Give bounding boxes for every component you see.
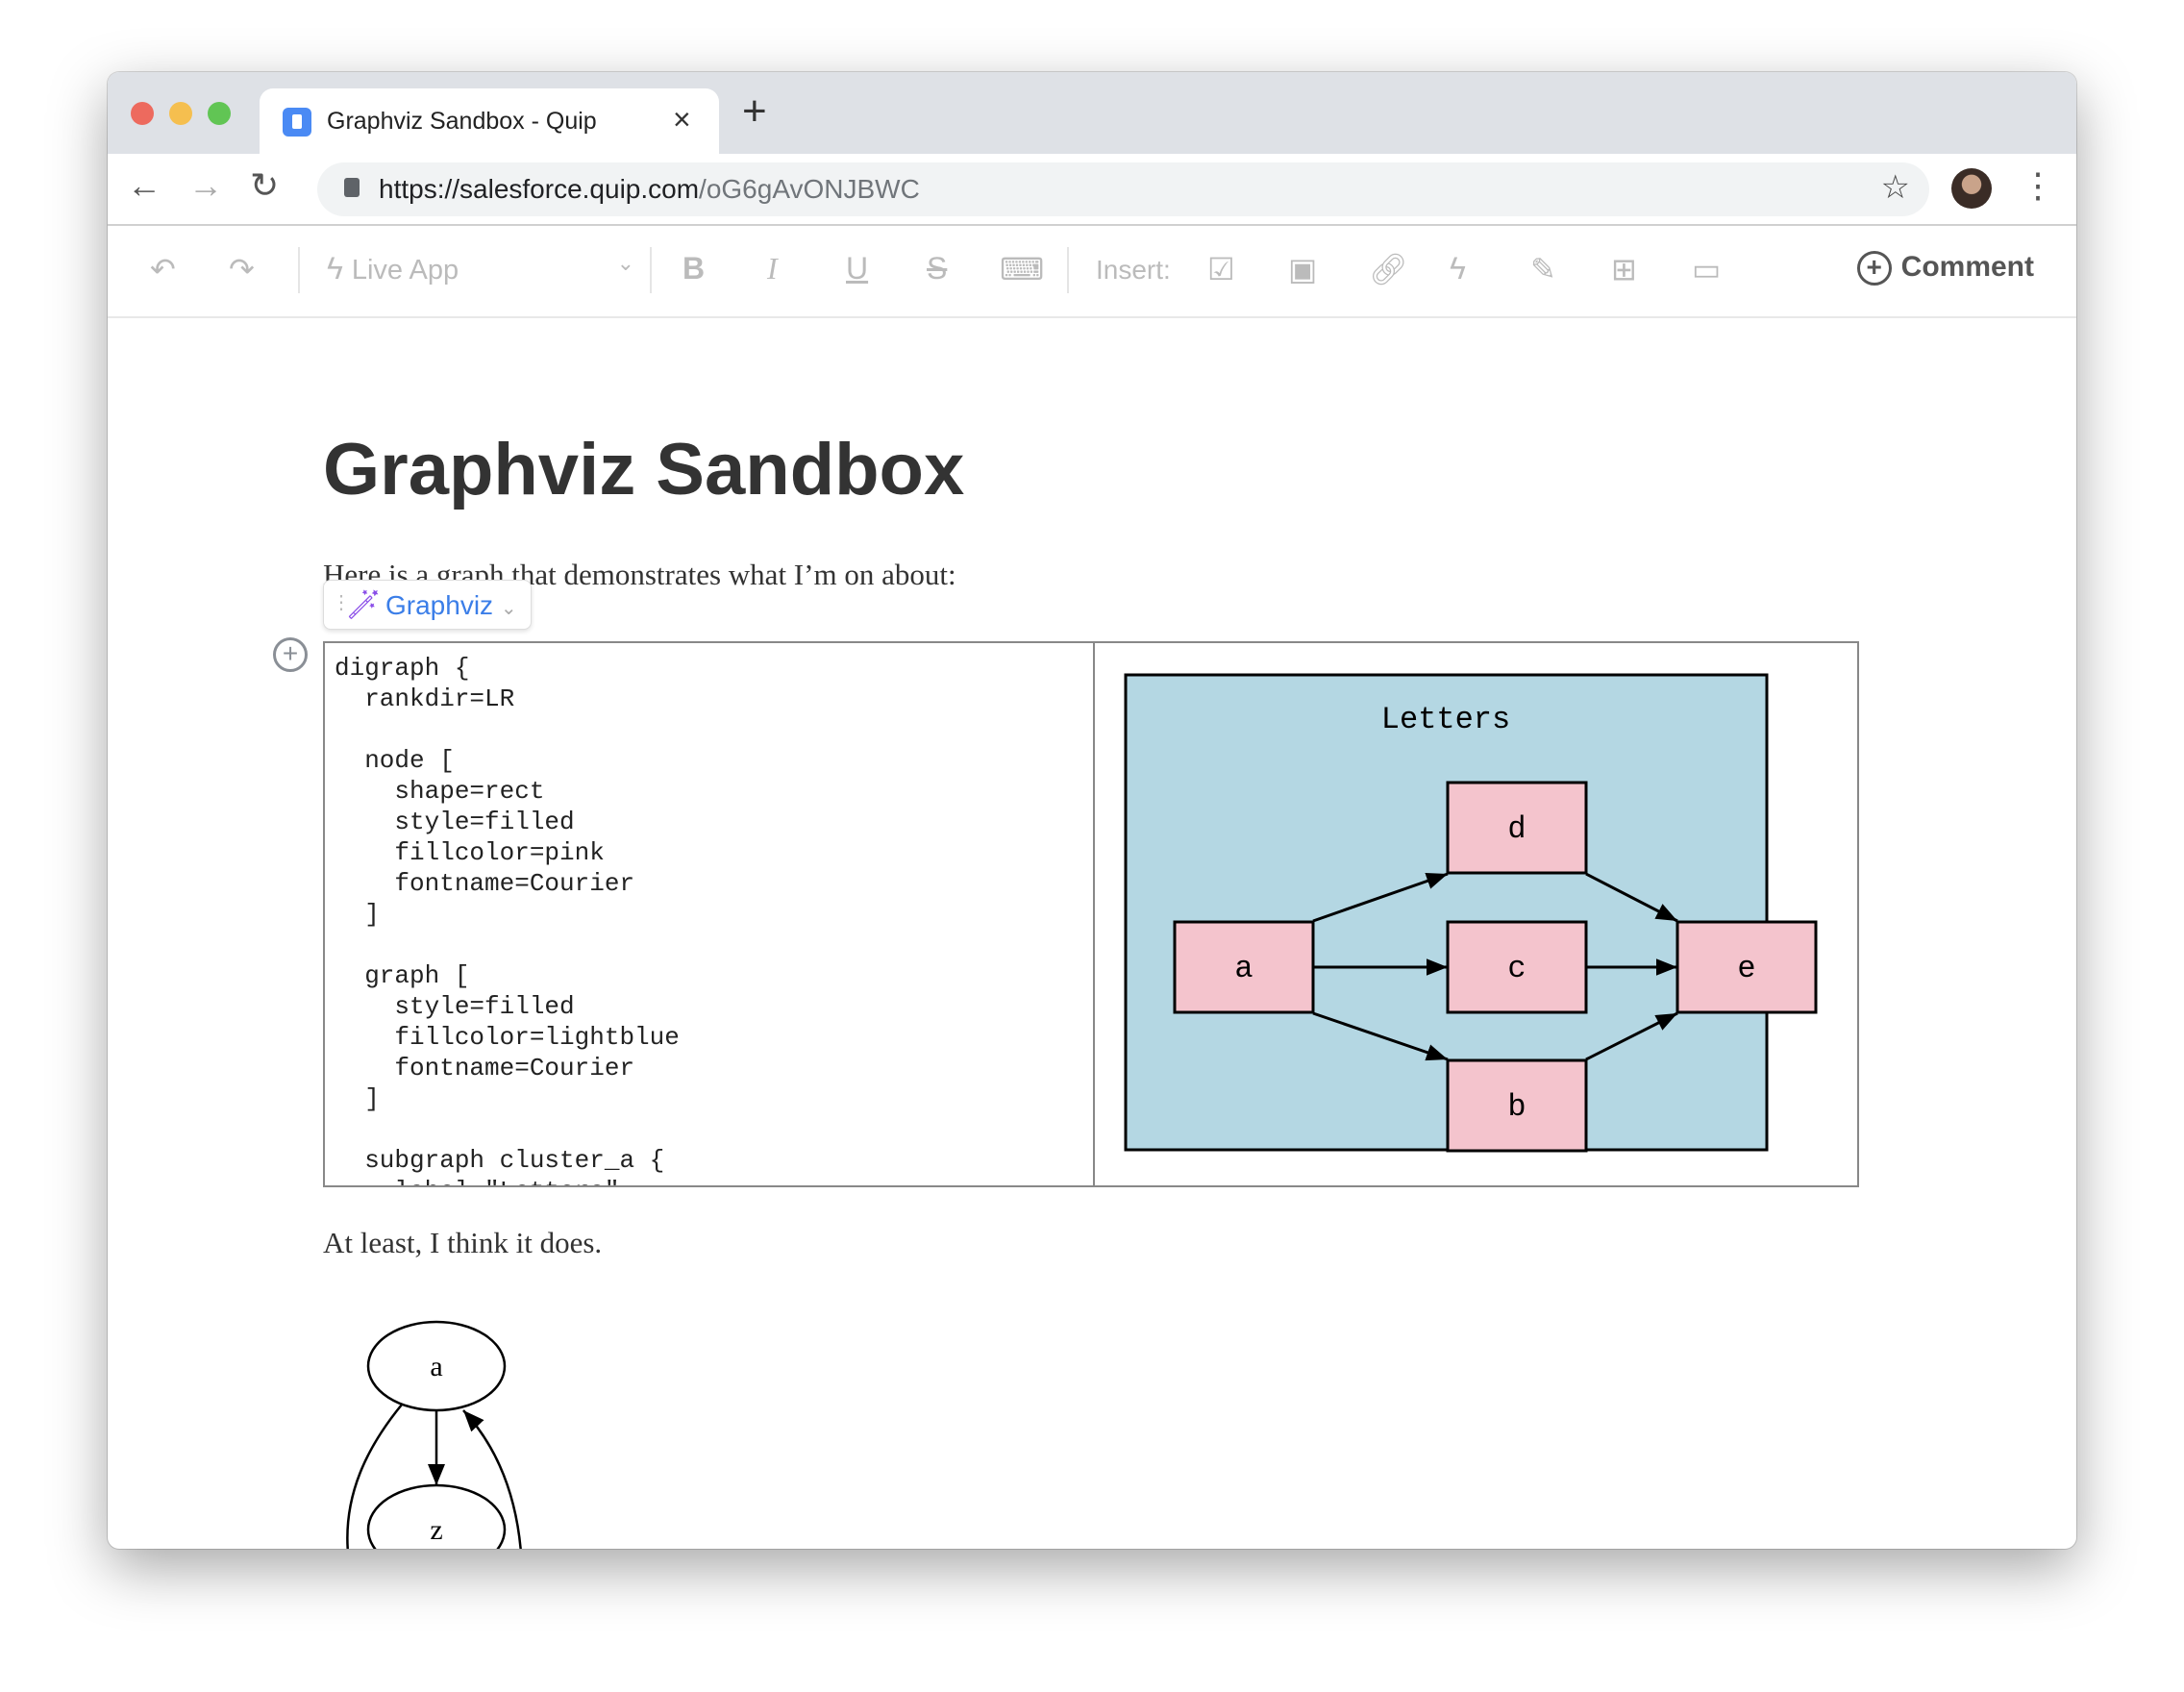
minimize-window-button[interactable]: [169, 102, 192, 125]
node-a-label: a: [1234, 951, 1253, 986]
node-b-label: b: [1507, 1089, 1526, 1125]
insert-label: Insert:: [1096, 255, 1171, 285]
toolbar-divider: [298, 247, 300, 293]
live-app-icon[interactable]: ϟ: [1450, 251, 1466, 286]
lock-icon: [344, 178, 360, 197]
reload-icon[interactable]: ↻: [250, 165, 279, 206]
navigation-bar: ← → ↻ https://salesforce.quip.com/oG6gAv…: [108, 154, 2076, 226]
forward-icon[interactable]: →: [188, 165, 223, 206]
url-host: https://salesforce.quip.com: [379, 174, 700, 204]
lightning-icon: ϟ: [327, 251, 343, 286]
close-tab-icon[interactable]: ×: [673, 102, 691, 137]
live-app-chip[interactable]: ⋮ 🪄︎ Graphviz ⌄: [323, 580, 532, 630]
code-icon[interactable]: ⌨: [1000, 251, 1044, 287]
comment-label: Comment: [1900, 251, 2034, 283]
browser-window: Graphviz Sandbox - Quip × + ← → ↻ https:…: [108, 72, 2076, 1549]
page-title: Graphviz Sandbox: [323, 429, 965, 510]
undo-icon[interactable]: ↶: [150, 251, 176, 287]
url-text: https://salesforce.quip.com/oG6gAvONJBWC: [379, 174, 920, 205]
node-e-label: e: [1737, 951, 1755, 986]
link-icon[interactable]: 🔗︎: [1369, 251, 1408, 287]
live-app-label: Live App: [351, 255, 459, 286]
add-comment-icon: +: [1856, 251, 1892, 286]
browser-tab[interactable]: Graphviz Sandbox - Quip ×: [260, 88, 719, 156]
italic-icon[interactable]: I: [767, 251, 778, 286]
address-bar[interactable]: https://salesforce.quip.com/oG6gAvONJBWC…: [317, 162, 1929, 216]
toolbar-divider: [650, 247, 652, 293]
profile-avatar[interactable]: [1951, 168, 1992, 209]
close-window-button[interactable]: [131, 102, 154, 125]
editor-toolbar: ↶ ↷ ϟ Live App ⌄ B I U S ⌨ Insert: ☑ ▣ 🔗︎…: [108, 226, 2076, 318]
graphviz-live-app: digraph { rankdir=LR node [ shape=rect s…: [323, 641, 1859, 1187]
live-app-name: Graphviz: [385, 590, 494, 620]
node-z-label: z: [430, 1514, 442, 1546]
layout-icon[interactable]: ▭: [1692, 251, 1721, 287]
magic-wand-icon: 🪄︎: [345, 589, 383, 621]
rendered-graph: Letters a b c d e: [1124, 673, 1818, 1153]
pen-icon[interactable]: ✎: [1530, 251, 1556, 287]
url-path: /oG6gAvONJBWC: [699, 174, 920, 204]
closing-paragraph[interactable]: At least, I think it does.: [323, 1226, 602, 1260]
redo-icon[interactable]: ↷: [229, 251, 255, 287]
live-app-dropdown[interactable]: ϟ Live App ⌄: [327, 251, 634, 286]
node-d-label: d: [1507, 811, 1526, 847]
checklist-icon[interactable]: ☑: [1207, 251, 1235, 287]
chevron-down-icon: ⌄: [616, 251, 634, 275]
toolbar-divider: [1067, 247, 1069, 293]
tab-bar: Graphviz Sandbox - Quip × +: [108, 72, 2076, 156]
node-a-label: a: [430, 1351, 442, 1382]
node-c-label: c: [1507, 951, 1526, 986]
bookmark-star-icon[interactable]: ☆: [1881, 168, 1910, 207]
comment-button[interactable]: + Comment: [1856, 251, 2034, 286]
add-column-icon[interactable]: ⊞: [1611, 251, 1637, 287]
bold-icon[interactable]: B: [682, 251, 705, 286]
browser-menu-icon[interactable]: ⋮: [2021, 165, 2055, 206]
cluster-label: Letters: [1381, 702, 1510, 737]
quip-favicon-icon: [283, 108, 311, 137]
strikethrough-icon[interactable]: S: [927, 251, 947, 286]
add-comment-icon[interactable]: +: [273, 637, 308, 672]
second-graph: a z: [346, 1320, 522, 1549]
maximize-window-button[interactable]: [208, 102, 231, 125]
back-icon[interactable]: ←: [127, 165, 161, 206]
chevron-down-icon: ⌄: [500, 598, 517, 619]
new-tab-button[interactable]: +: [742, 87, 767, 136]
underline-icon[interactable]: U: [846, 251, 868, 286]
image-icon[interactable]: ▣: [1288, 251, 1317, 287]
tab-title: Graphviz Sandbox - Quip: [327, 108, 597, 135]
